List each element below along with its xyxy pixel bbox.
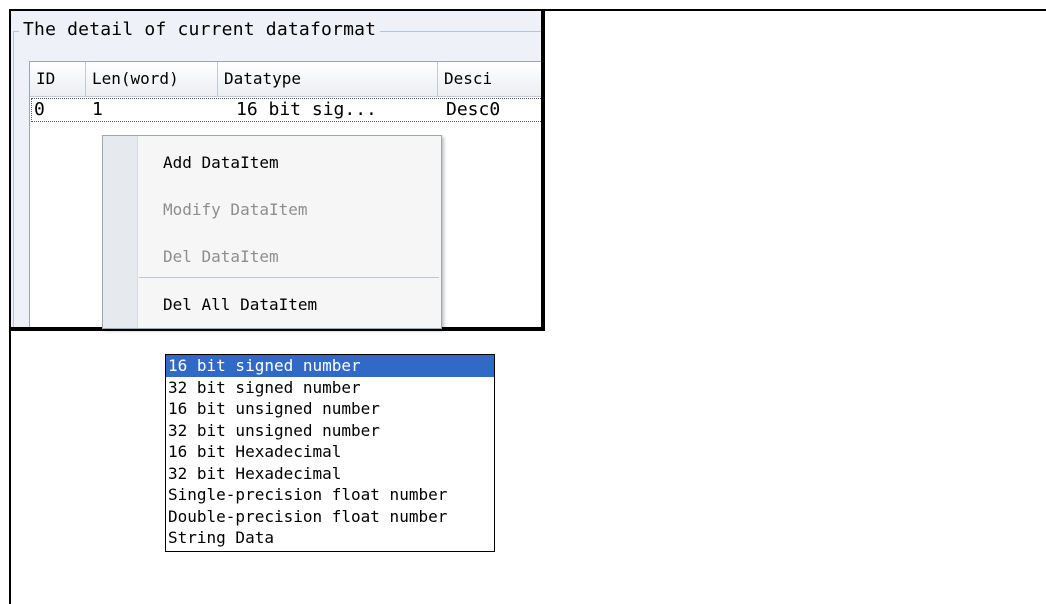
groupbox-border-left <box>13 31 14 327</box>
table-row[interactable]: 0 1 16 bit sig... Desc0 <box>31 98 541 122</box>
column-header-desc[interactable]: Desci <box>438 62 541 96</box>
dropdown-option[interactable]: Single-precision float number <box>166 484 494 506</box>
dropdown-option[interactable]: Double-precision float number <box>166 506 494 528</box>
cell-id: 0 <box>34 99 45 120</box>
cell-len: 1 <box>92 99 103 120</box>
cell-datatype: 16 bit sig... <box>236 99 377 120</box>
dropdown-option[interactable]: 32 bit unsigned number <box>166 420 494 442</box>
menu-item-del-dataitem: Del DataItem <box>163 247 279 266</box>
column-header-len[interactable]: Len(word) <box>86 62 218 96</box>
dropdown-option[interactable]: 16 bit unsigned number <box>166 398 494 420</box>
dropdown-option[interactable]: 32 bit signed number <box>166 377 494 399</box>
menu-separator <box>139 277 439 278</box>
dropdown-option[interactable]: 32 bit Hexadecimal <box>166 463 494 485</box>
column-header-id[interactable]: ID <box>30 62 86 96</box>
menu-item-modify-dataitem: Modify DataItem <box>163 200 308 219</box>
dropdown-option[interactable]: 16 bit Hexadecimal <box>166 441 494 463</box>
groupbox-title: The detail of current dataformat <box>19 19 381 41</box>
cell-desc: Desc0 <box>446 99 501 120</box>
context-menu: Add DataItem Modify DataItem Del DataIte… <box>102 135 442 329</box>
dropdown-option-selected[interactable]: 16 bit signed number <box>166 355 494 377</box>
listview-header: ID Len(word) Datatype Desci <box>30 62 541 97</box>
datatype-dropdown-list[interactable]: 16 bit signed number 32 bit signed numbe… <box>165 354 495 552</box>
column-header-datatype[interactable]: Datatype <box>218 62 438 96</box>
menu-item-del-all-dataitem[interactable]: Del All DataItem <box>163 294 317 316</box>
menu-icon-gutter <box>103 136 138 328</box>
menu-item-add-dataitem[interactable]: Add DataItem <box>163 152 279 174</box>
dropdown-option[interactable]: String Data <box>166 527 494 549</box>
